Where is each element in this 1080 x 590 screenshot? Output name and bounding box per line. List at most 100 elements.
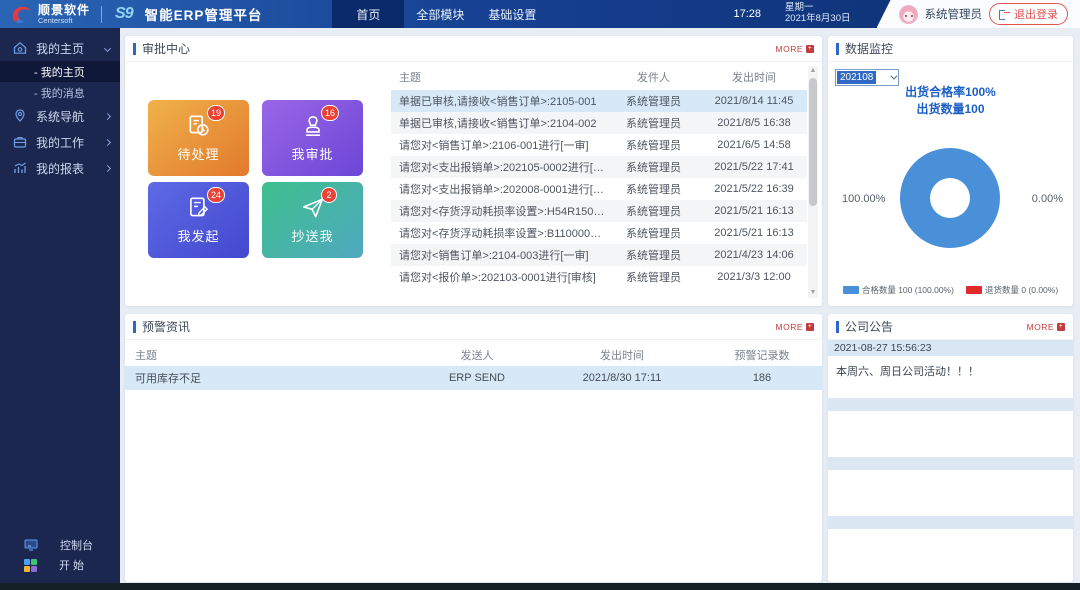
start-label: 开 始 bbox=[59, 557, 84, 573]
approval-panel-title: 审批中心 bbox=[133, 40, 190, 57]
sidebar-item-my-work[interactable]: 我的工作 bbox=[0, 129, 120, 155]
tile-my-initiated[interactable]: 我发起 24 bbox=[148, 182, 249, 258]
approval-table-row[interactable]: 请您对<支出报销单>:202105-0002进行[审核] 系统管理员 2021/… bbox=[391, 156, 807, 178]
row-sender: ERP SEND bbox=[412, 372, 542, 384]
approval-table-row[interactable]: 请您对<支出报销单>:202008-0001进行[审核] 系统管理员 2021/… bbox=[391, 178, 807, 200]
alerts-more-link[interactable]: MORE + bbox=[776, 322, 815, 332]
approval-table-row[interactable]: 请您对<报价单>:202103-0001进行[审核] 系统管理员 2021/3/… bbox=[391, 266, 807, 288]
brand-divider bbox=[101, 6, 102, 23]
sidebar-subitem-my-messages[interactable]: - 我的消息 bbox=[0, 82, 120, 103]
row-sender: 系统管理员 bbox=[606, 181, 701, 197]
row-sender: 系统管理员 bbox=[606, 115, 701, 131]
console-button[interactable]: 控制台 bbox=[0, 535, 120, 555]
logout-icon bbox=[999, 9, 1010, 19]
more-plus-icon: + bbox=[1057, 323, 1065, 331]
tile-cc-to-me[interactable]: 抄送我 2 bbox=[262, 182, 363, 258]
alerts-table: 主题 发送人 发出时间 预警记录数 可用库存不足 ERP SEND 2021/8… bbox=[125, 344, 822, 390]
scroll-down-icon[interactable]: ▼ bbox=[808, 288, 818, 298]
approval-table-row[interactable]: 请您对<存货浮动耗损率设置>:B11000001进行[审核] 系统管理员 202… bbox=[391, 222, 807, 244]
approval-table-row[interactable]: 请您对<存货浮动耗损率设置>:H54R15006002进行[审核] 系统管理员 … bbox=[391, 200, 807, 222]
start-grid-icon bbox=[24, 559, 37, 572]
user-name: 系统管理员 bbox=[925, 6, 983, 22]
top-nav: 首页 全部模块 基础设置 bbox=[332, 0, 548, 28]
sidebar-footer: 控制台 开 始 bbox=[0, 535, 120, 575]
nav-item-home[interactable]: 首页 bbox=[332, 0, 404, 28]
row-subject: 单据已审核,请接收<销售订单>:2104-002 bbox=[391, 115, 606, 131]
row-subject: 请您对<支出报销单>:202008-0001进行[审核] bbox=[391, 181, 606, 197]
sidebar-item-my-home[interactable]: 我的主页 bbox=[0, 35, 120, 61]
col-sender: 发送人 bbox=[412, 347, 542, 363]
alerts-panel: 预警资讯 MORE + 主题 发送人 发出时间 预警记录数 可用库存不足 ERP… bbox=[125, 314, 822, 582]
legend-item-return[interactable]: 退货数量 0 (0.00%) bbox=[966, 284, 1058, 296]
col-subject: 主题 bbox=[391, 69, 606, 85]
more-plus-icon: + bbox=[806, 323, 814, 331]
sidebar-item-label: 我的工作 bbox=[36, 134, 105, 151]
stat-quantity: 出货数量100 bbox=[828, 101, 1073, 118]
alert-table-row[interactable]: 可用库存不足 ERP SEND 2021/8/30 17:11 186 bbox=[125, 366, 822, 390]
announcements-panel-header: 公司公告 MORE + bbox=[828, 314, 1073, 340]
approval-table-row[interactable]: 请您对<销售订单>:2106-001进行[一审] 系统管理员 2021/6/5 … bbox=[391, 134, 807, 156]
approval-table-header: 主题 发件人 发出时间 bbox=[391, 64, 807, 90]
more-label: MORE bbox=[776, 322, 804, 332]
legend-swatch-red bbox=[966, 286, 982, 294]
sidebar-item-label: 系统导航 bbox=[36, 108, 105, 125]
nav-item-basic-settings[interactable]: 基础设置 bbox=[476, 0, 548, 28]
announcement-empty-content bbox=[828, 470, 1073, 516]
row-sender: 系统管理员 bbox=[606, 225, 701, 241]
donut-chart[interactable] bbox=[900, 148, 1000, 248]
alerts-table-header: 主题 发送人 发出时间 预警记录数 bbox=[125, 344, 822, 366]
row-sender: 系统管理员 bbox=[606, 93, 701, 109]
select-chevron-icon bbox=[890, 73, 897, 80]
approval-rows: 单据已审核,请接收<销售订单>:2105-001 系统管理员 2021/8/14… bbox=[391, 90, 807, 288]
tile-label: 待处理 bbox=[177, 144, 219, 163]
col-sender: 发件人 bbox=[606, 69, 701, 85]
sidebar-subitem-my-home[interactable]: - 我的主页 bbox=[0, 61, 120, 82]
sidebar-item-label: 我的报表 bbox=[36, 160, 105, 177]
row-subject: 请您对<存货浮动耗损率设置>:B11000001进行[审核] bbox=[391, 225, 606, 241]
row-time: 2021/5/22 17:41 bbox=[701, 161, 807, 173]
user-avatar[interactable] bbox=[899, 5, 918, 24]
announcement-content[interactable]: 本周六、周日公司活动！！！ bbox=[828, 356, 1073, 398]
announcements-more-link[interactable]: MORE + bbox=[1027, 322, 1066, 332]
nav-item-all-modules[interactable]: 全部模块 bbox=[404, 0, 476, 28]
legend-label: 退货数量 0 (0.00%) bbox=[985, 284, 1058, 296]
scrollbar-thumb[interactable] bbox=[809, 78, 817, 206]
tile-pending[interactable]: 待处理 19 bbox=[148, 100, 249, 176]
row-time: 2021/5/22 16:39 bbox=[701, 183, 807, 195]
announcement-empty-row bbox=[828, 516, 1073, 529]
sidebar-item-system-nav[interactable]: 系统导航 bbox=[0, 103, 120, 129]
legend-item-pass[interactable]: 合格数量 100 (100.00%) bbox=[843, 284, 954, 296]
approval-center-panel: 审批中心 MORE + 待处理 19 bbox=[125, 36, 822, 306]
sidebar-item-my-reports[interactable]: 我的报表 bbox=[0, 155, 120, 181]
approval-table-scrollbar[interactable]: ▲ ▼ bbox=[808, 66, 818, 298]
alerts-panel-header: 预警资讯 MORE + bbox=[125, 314, 822, 340]
row-subject: 请您对<支出报销单>:202105-0002进行[审核] bbox=[391, 159, 606, 175]
logout-button[interactable]: 退出登录 bbox=[989, 3, 1068, 25]
row-subject: 请您对<报价单>:202103-0001进行[审核] bbox=[391, 269, 606, 285]
approval-table-row[interactable]: 单据已审核,请接收<销售订单>:2104-002 系统管理员 2021/8/5 … bbox=[391, 112, 807, 134]
approval-more-link[interactable]: MORE + bbox=[776, 44, 815, 54]
monitor-panel-title: 数据监控 bbox=[836, 40, 893, 57]
row-subject: 请您对<销售订单>:2104-003进行[一审] bbox=[391, 247, 606, 263]
approval-table-row[interactable]: 请您对<销售订单>:2104-003进行[一审] 系统管理员 2021/4/23… bbox=[391, 244, 807, 266]
row-sender: 系统管理员 bbox=[606, 137, 701, 153]
scroll-up-icon[interactable]: ▲ bbox=[808, 66, 818, 76]
more-label: MORE bbox=[1027, 322, 1055, 332]
clock-date: 星期一 2021年8月30日 bbox=[785, 3, 850, 25]
row-time: 2021/6/5 14:58 bbox=[701, 139, 807, 151]
bottom-edge-bar bbox=[0, 583, 1080, 590]
sidebar: 我的主页 - 我的主页 - 我的消息 系统导航 我的工作 我的报表 bbox=[0, 28, 120, 583]
row-time: 2021/8/30 17:11 bbox=[542, 372, 702, 384]
nav-pin-icon bbox=[12, 108, 28, 124]
chevron-right-icon bbox=[104, 138, 111, 145]
row-sender: 系统管理员 bbox=[606, 247, 701, 263]
approval-tiles: 待处理 19 我审批 16 我发起 24 bbox=[148, 100, 386, 258]
tile-my-approvals[interactable]: 我审批 16 bbox=[262, 100, 363, 176]
chevron-right-icon bbox=[104, 164, 111, 171]
report-chart-icon bbox=[12, 160, 28, 176]
col-count: 预警记录数 bbox=[702, 347, 822, 363]
start-button[interactable]: 开 始 bbox=[0, 555, 120, 575]
home-icon bbox=[12, 40, 28, 56]
approval-table-row[interactable]: 单据已审核,请接收<销售订单>:2105-001 系统管理员 2021/8/14… bbox=[391, 90, 807, 112]
announcement-date[interactable]: 2021-08-27 15:56:23 bbox=[828, 340, 1073, 356]
